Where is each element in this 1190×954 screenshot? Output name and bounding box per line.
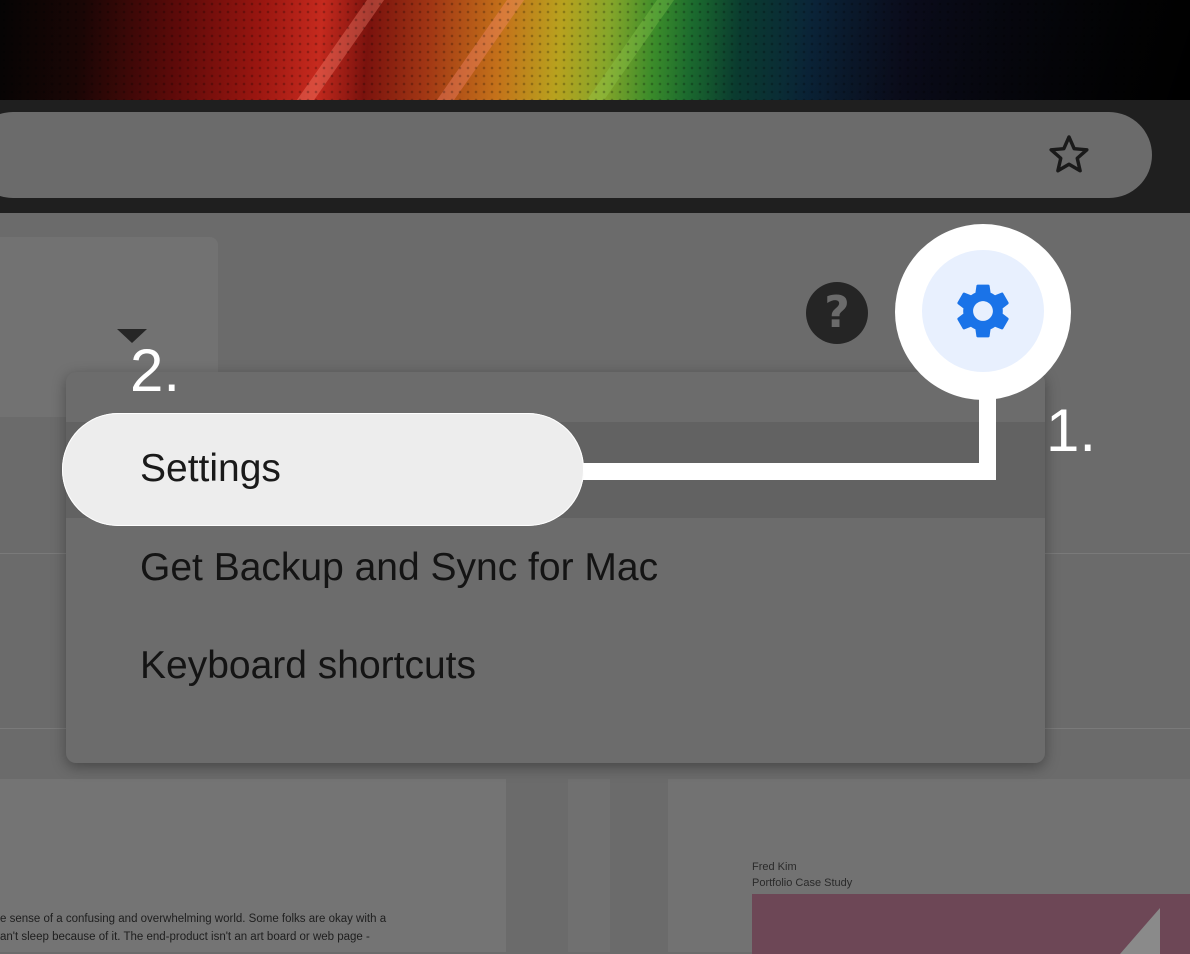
document-thumbnail[interactable]: e sense of a confusing and overwhelming … — [0, 779, 506, 952]
menu-item-keyboard-shortcuts[interactable]: Keyboard shortcuts — [140, 644, 476, 688]
list-divider — [1045, 728, 1190, 729]
document-text-line: e sense of a confusing and overwhelming … — [0, 913, 387, 925]
document-thumbnail[interactable] — [568, 779, 610, 952]
cover-shape — [1120, 908, 1160, 954]
callout-connector — [583, 463, 996, 480]
help-circle-icon[interactable]: ? — [806, 282, 868, 344]
step-2-label: 2. — [130, 337, 181, 404]
settings-button-highlight — [895, 224, 1071, 400]
settings-menu-item-highlight[interactable]: Settings — [62, 413, 584, 526]
settings-button[interactable] — [922, 250, 1044, 372]
browser-toolbar — [0, 100, 1190, 213]
document-subtitle: Portfolio Case Study — [752, 877, 853, 889]
list-divider — [0, 728, 66, 729]
gear-icon[interactable] — [950, 278, 1016, 344]
menu-item-backup-sync[interactable]: Get Backup and Sync for Mac — [140, 546, 658, 590]
document-cover-image — [752, 894, 1190, 954]
callout-connector — [979, 396, 996, 480]
menu-item-settings[interactable]: Settings — [140, 447, 281, 491]
step-1-label: 1. — [1046, 397, 1097, 464]
star-outline-icon[interactable] — [1046, 132, 1092, 178]
document-text-line: an't sleep because of it. The end-produc… — [0, 931, 370, 943]
wallpaper-banner — [0, 0, 1190, 121]
document-author: Fred Kim — [752, 861, 797, 873]
list-divider — [0, 553, 66, 554]
list-divider — [1045, 553, 1190, 554]
address-bar[interactable] — [0, 112, 1152, 198]
